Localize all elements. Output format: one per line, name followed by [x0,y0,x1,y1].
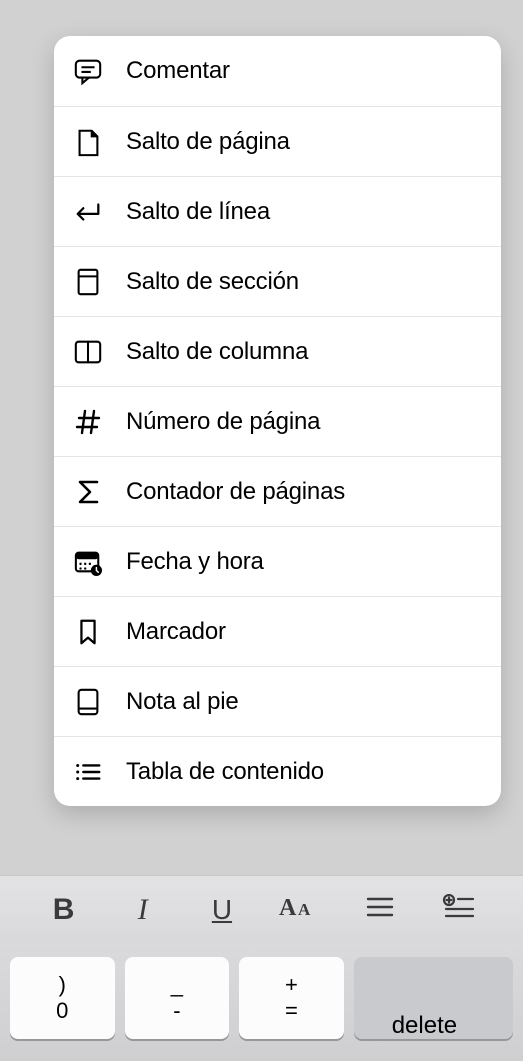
key-lower: = [285,999,298,1023]
menu-label: Salto de sección [126,268,299,296]
bold-button[interactable]: B [24,893,103,927]
page-break-icon [72,126,104,158]
menu-item-toc[interactable]: Tabla de contenido [54,736,501,806]
menu-label: Marcador [126,618,226,646]
section-break-icon [72,266,104,298]
menu-item-footnote[interactable]: Nota al pie [54,666,501,736]
key-upper: _ [171,973,183,997]
menu-label: Comentar [126,57,230,85]
menu-label: Contador de páginas [126,478,345,506]
italic-button[interactable]: I [103,893,182,927]
toc-icon [72,756,104,788]
menu-label: Fecha y hora [126,548,264,576]
menu-label: Nota al pie [126,688,239,716]
text-style-button[interactable]: A A [262,893,341,926]
menu-item-section-break[interactable]: Salto de sección [54,246,501,316]
key-lower: 0 [56,999,68,1023]
menu-item-bookmark[interactable]: Marcador [54,596,501,666]
line-break-icon [72,196,104,228]
underline-button[interactable]: U [182,894,261,926]
menu-label: Salto de línea [126,198,270,226]
format-toolbar: B I U A A [0,875,523,943]
menu-item-line-break[interactable]: Salto de línea [54,176,501,246]
menu-item-comment[interactable]: Comentar [54,36,501,106]
insert-menu-popup: Comentar Salto de página Salto de línea … [54,36,501,806]
menu-label: Salto de columna [126,338,308,366]
sigma-icon [72,476,104,508]
column-break-icon [72,336,104,368]
menu-item-page-number[interactable]: Número de página [54,386,501,456]
align-button[interactable] [341,895,420,924]
menu-label: Tabla de contenido [126,758,324,786]
insert-button[interactable] [420,894,499,925]
key-upper: + [285,973,298,997]
bold-icon: B [53,893,75,927]
svg-text:A: A [279,895,297,921]
italic-icon: I [138,893,148,927]
menu-label: Salto de página [126,128,290,156]
key-delete[interactable]: delete [354,957,513,1039]
menu-item-date-time[interactable]: Fecha y hora [54,526,501,596]
comment-icon [72,55,104,87]
key-equals[interactable]: + = [239,957,344,1039]
text-style-icon: A A [279,893,323,926]
insert-icon [442,894,476,925]
svg-text:A: A [298,900,311,919]
underline-icon: U [212,894,232,926]
hash-icon [72,406,104,438]
key-label: delete [392,1013,457,1039]
menu-item-page-break[interactable]: Salto de página [54,106,501,176]
key-minus[interactable]: _ - [125,957,230,1039]
keyboard-row: ) 0 _ - + = delete [0,943,523,1061]
calendar-icon [72,546,104,578]
key-0[interactable]: ) 0 [10,957,115,1039]
menu-item-column-break[interactable]: Salto de columna [54,316,501,386]
bookmark-icon [72,616,104,648]
key-upper: ) [59,973,66,997]
key-lower: - [173,999,180,1023]
footnote-icon [72,686,104,718]
menu-label: Número de página [126,408,320,436]
align-icon [365,895,395,924]
menu-item-page-count[interactable]: Contador de páginas [54,456,501,526]
